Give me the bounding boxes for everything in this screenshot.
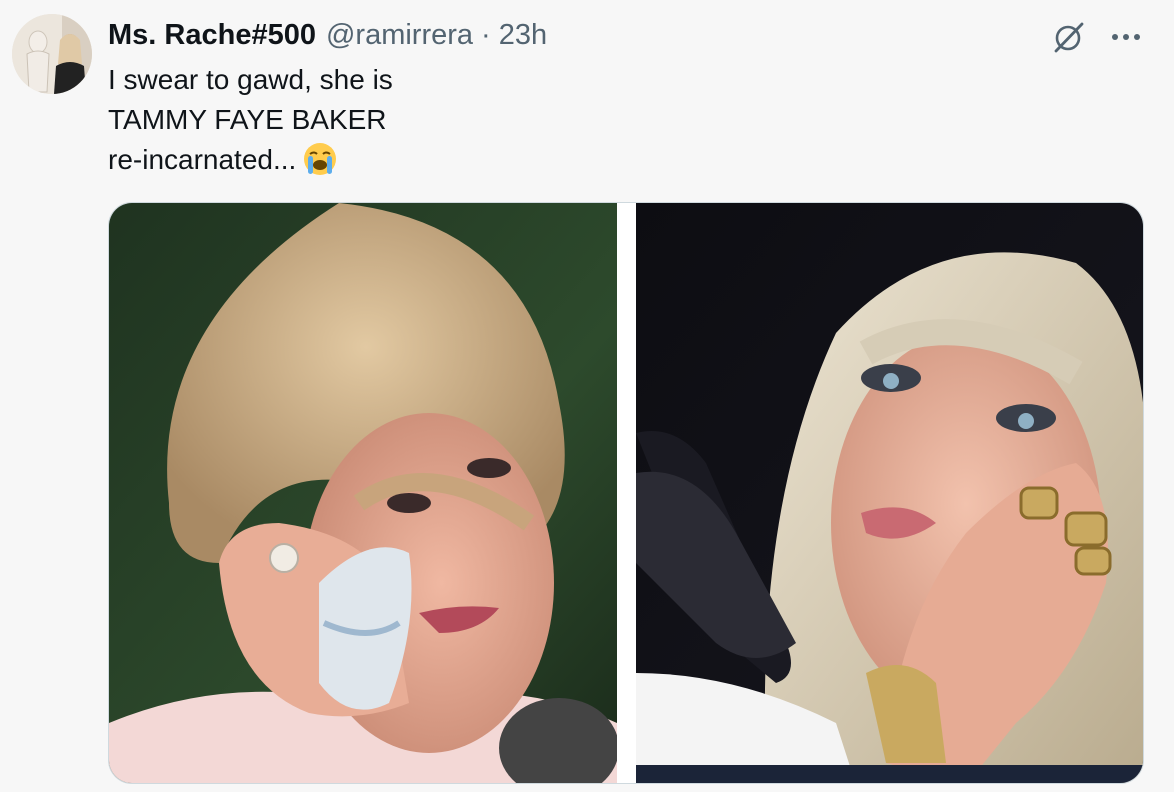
tweet-text-line-1: I swear to gawd, she is bbox=[108, 64, 393, 95]
photo-left[interactable] bbox=[109, 203, 617, 783]
photo-right[interactable] bbox=[636, 203, 1143, 783]
tweet-media[interactable] bbox=[108, 202, 1144, 784]
grok-icon[interactable] bbox=[1052, 20, 1086, 54]
tweet-text: I swear to gawd, she is TAMMY FAYE BAKER… bbox=[108, 60, 393, 180]
tweet-header: Ms. Rache#500 @ramirrera · 23h bbox=[108, 18, 547, 52]
loudly-crying-face-emoji bbox=[304, 143, 337, 175]
avatar[interactable] bbox=[12, 14, 92, 94]
tweet-text-line-3-text: re-incarnated... bbox=[108, 144, 297, 175]
tweet-text-line-3: re-incarnated... bbox=[108, 140, 393, 180]
avatar-image bbox=[12, 14, 92, 94]
tweet[interactable]: Ms. Rache#500 @ramirrera · 23h I swear t… bbox=[0, 0, 1174, 792]
crying-woman-tissue-photo bbox=[109, 203, 617, 783]
header-separator: · bbox=[481, 19, 491, 51]
more-options-icon[interactable] bbox=[1106, 20, 1146, 54]
crying-woman-rings-photo bbox=[636, 203, 1143, 783]
display-name[interactable]: Ms. Rache#500 bbox=[108, 18, 316, 52]
user-handle[interactable]: @ramirrera bbox=[326, 18, 473, 52]
timestamp[interactable]: 23h bbox=[499, 18, 547, 52]
tweet-text-line-2: TAMMY FAYE BAKER bbox=[108, 104, 387, 135]
